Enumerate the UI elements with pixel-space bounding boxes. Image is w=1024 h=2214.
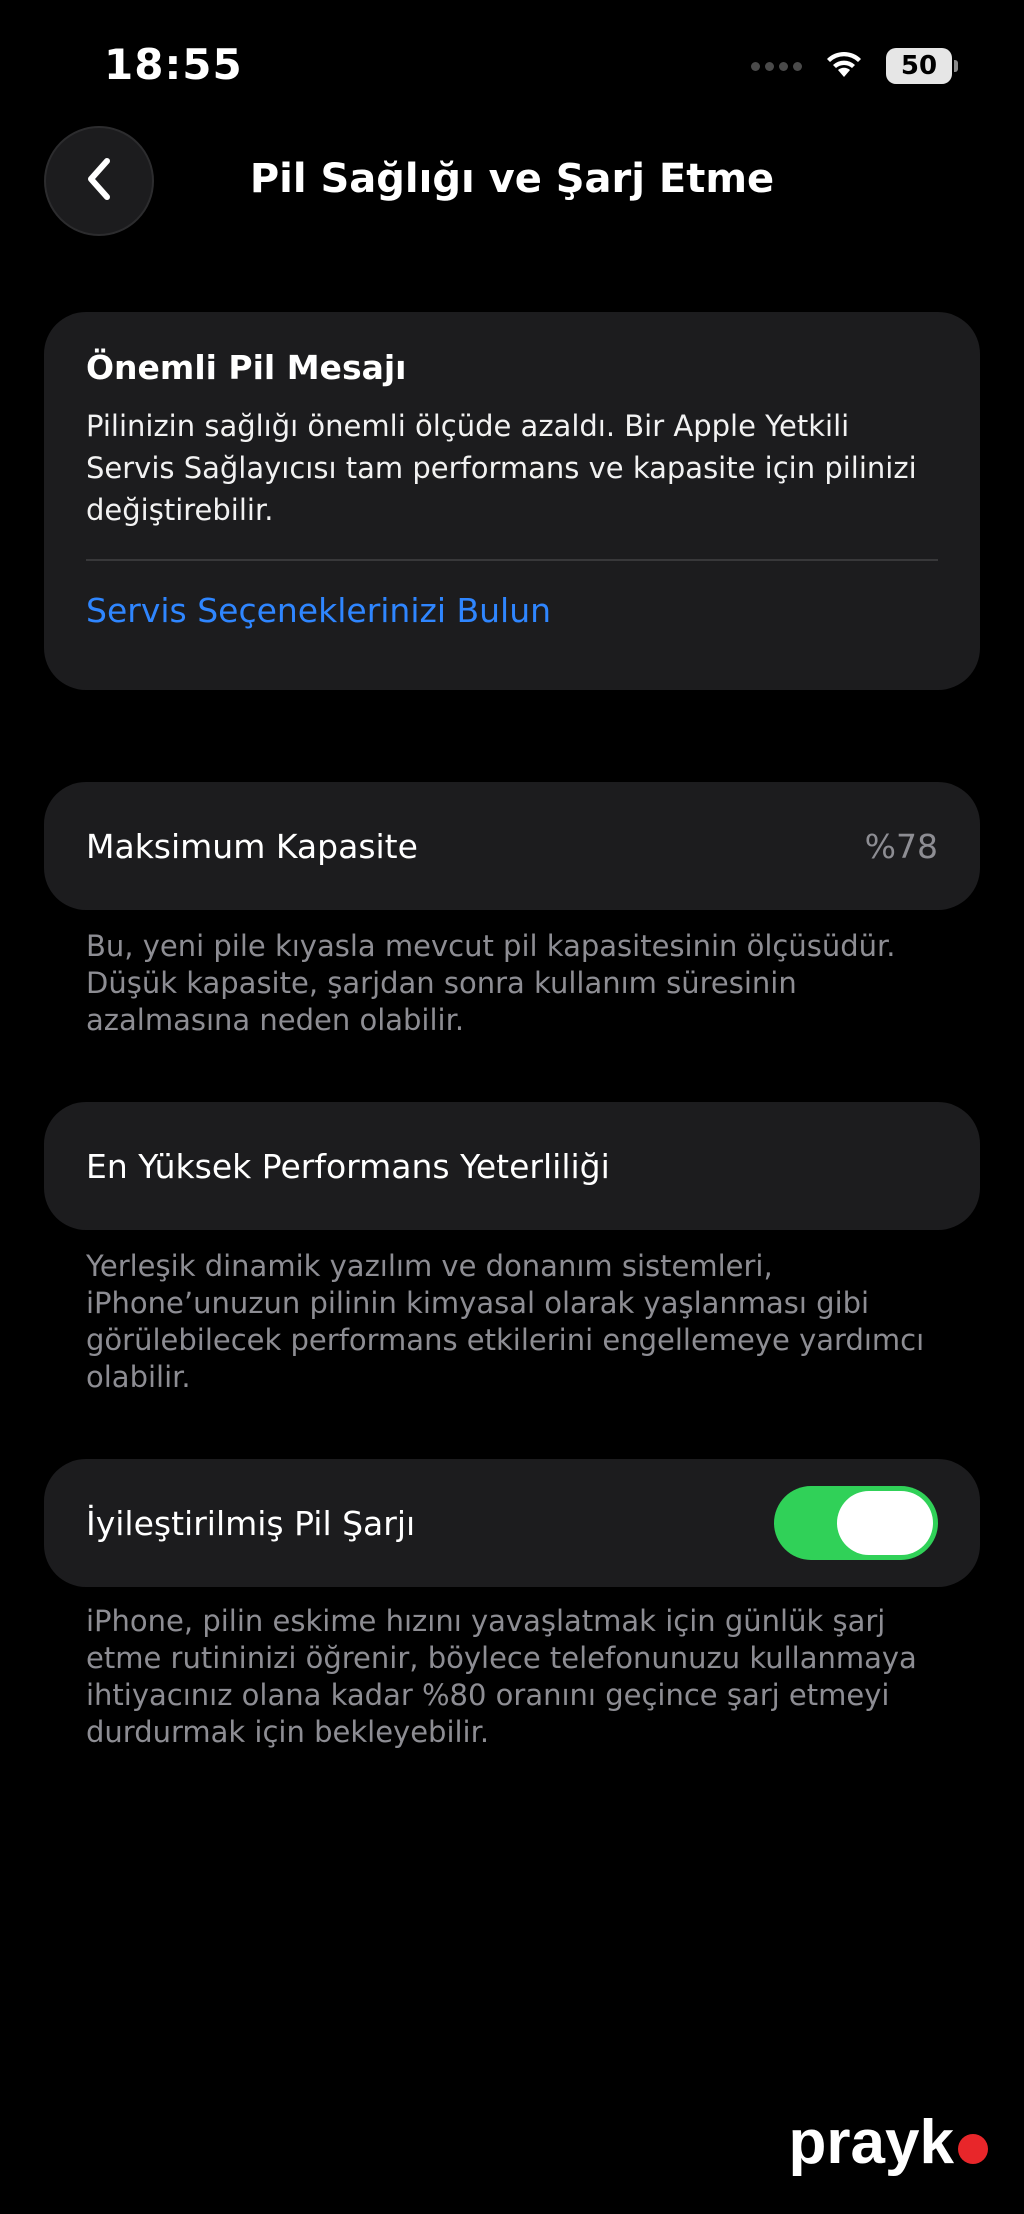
optimized-charging-toggle[interactable] [774, 1486, 938, 1560]
battery-icon: 50 [886, 48, 958, 84]
battery-message-card: Önemli Pil Mesajı Pilinizin sağlığı önem… [44, 312, 980, 690]
optimized-charging-label: İyileştirilmiş Pil Şarjı [86, 1503, 416, 1543]
page-title: Pil Sağlığı ve Şarj Etme [249, 156, 775, 202]
battery-message-title: Önemli Pil Mesajı [86, 348, 407, 387]
peak-performance-row: En Yüksek Performans Yeterliliği [44, 1102, 980, 1230]
peak-performance-label: En Yüksek Performans Yeterliliği [86, 1146, 610, 1186]
watermark-logo: prayk [789, 2107, 988, 2178]
battery-message-body: Pilinizin sağlığı önemli ölçüde azaldı. … [86, 409, 917, 527]
optimized-charging-row: İyileştirilmiş Pil Şarjı [44, 1459, 980, 1587]
max-capacity-label: Maksimum Kapasite [86, 826, 418, 866]
cellular-signal-icon [751, 61, 802, 71]
max-capacity-footer: Bu, yeni pile kıyasla mevcut pil kapasit… [86, 929, 896, 1037]
status-indicators: 50 [751, 48, 958, 84]
battery-level: 50 [900, 51, 938, 81]
peak-performance-footer: Yerleşik dinamik yazılım ve donanım sist… [86, 1249, 925, 1394]
max-capacity-row: Maksimum Kapasite %78 [44, 782, 980, 910]
wifi-icon [824, 49, 864, 83]
optimized-charging-footer: iPhone, pilin eskime hızını yavaşlatmak … [86, 1604, 917, 1749]
toggle-knob [837, 1491, 933, 1555]
service-options-link[interactable]: Servis Seçeneklerinizi Bulun [86, 591, 938, 630]
max-capacity-value: %78 [864, 826, 938, 866]
watermark-dot-icon [958, 2133, 988, 2164]
watermark-text: prayk [788, 2108, 954, 2177]
status-time: 18:55 [104, 40, 243, 89]
divider [86, 559, 938, 561]
